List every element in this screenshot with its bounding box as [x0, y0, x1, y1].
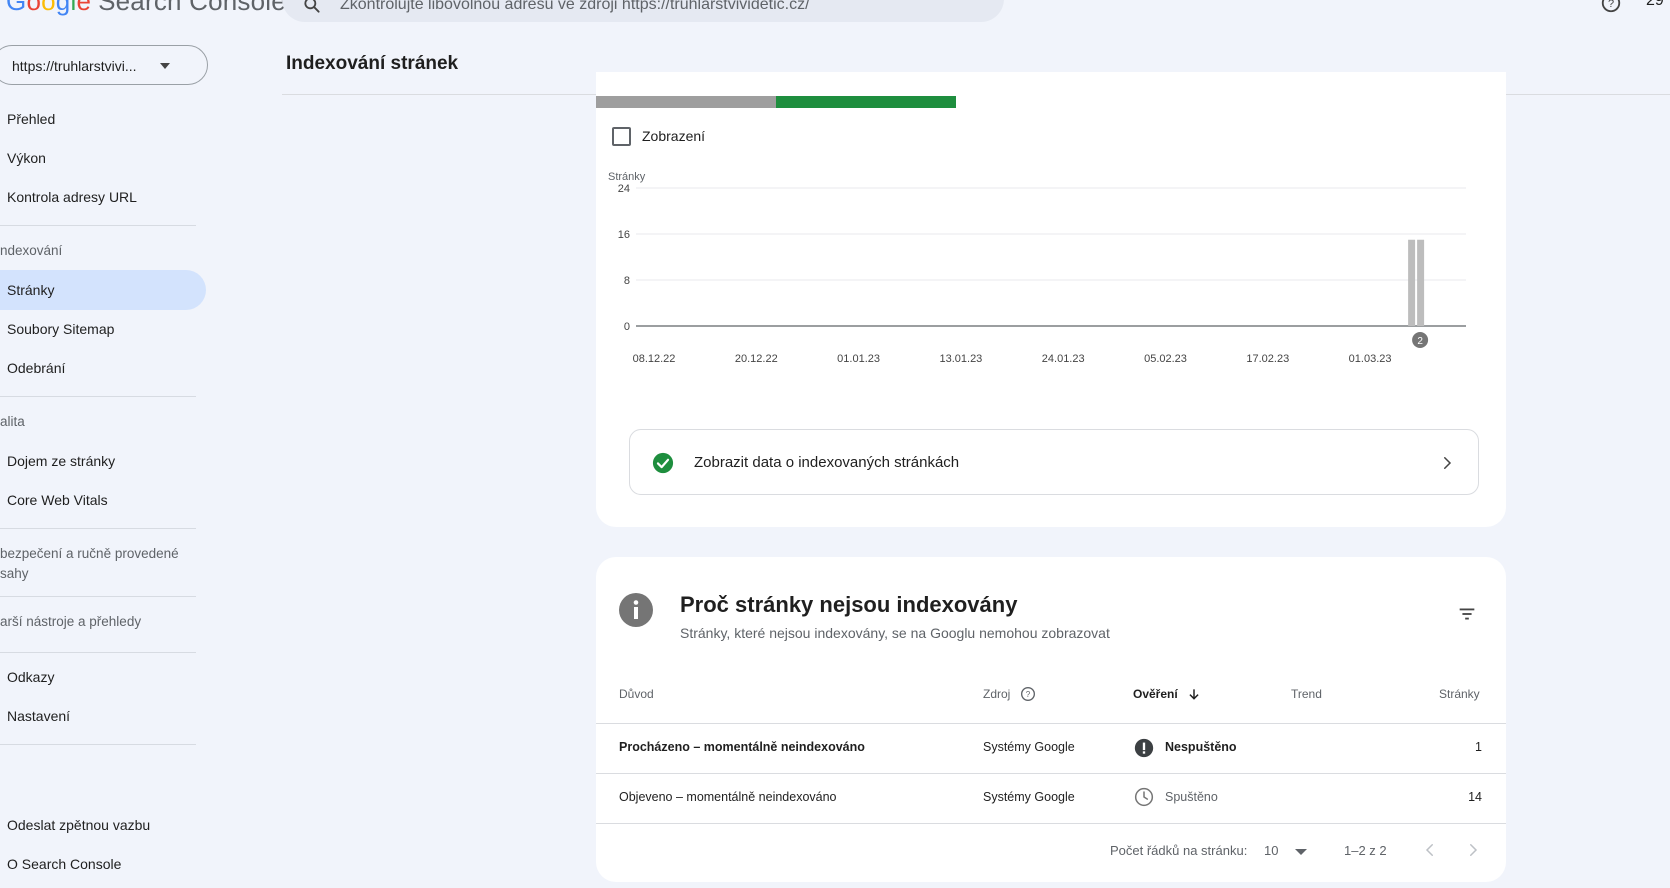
chevron-left-icon[interactable] — [1421, 841, 1439, 859]
not-indexed-reasons-card: Proč stránky nejsou indexovány Stránky, … — [596, 557, 1506, 882]
sidebar-item-vykon[interactable]: Výkon — [0, 138, 206, 178]
divider — [0, 225, 196, 226]
google-search-console-logo[interactable]: Google Search Console — [6, 0, 286, 17]
svg-text:?: ? — [1026, 690, 1031, 699]
row-divider — [596, 723, 1506, 724]
divider — [0, 744, 196, 745]
page-title: Indexování stránek — [286, 53, 459, 74]
card-subtitle: Stránky, které nejsou indexovány, se na … — [680, 625, 1110, 641]
indexed-tab-indicator — [776, 96, 956, 108]
sidebar: https://truhlarstvivi... Přehled Výkon K… — [0, 40, 270, 888]
chart-x-tick-label: 20.12.22 — [735, 353, 778, 365]
card-title: Proč stránky nejsou indexovány — [680, 592, 1018, 617]
chart-y-tick-label: 24 — [618, 183, 630, 195]
row-divider — [596, 773, 1506, 774]
row-validation-status: Nespuštěno — [1165, 740, 1237, 754]
account-indicator[interactable]: 29 — [1646, 0, 1664, 10]
chart-y-tick-label: 0 — [624, 321, 630, 333]
chart-x-tick-label: 17.02.23 — [1246, 353, 1289, 365]
chart-x-tick-label: 24.01.23 — [1042, 353, 1085, 365]
filter-icon[interactable] — [1456, 603, 1478, 625]
rows-per-page-label: Počet řádků na stránku: — [1110, 843, 1248, 858]
row-reason: Procházeno – momentálně neindexováno — [619, 740, 865, 754]
view-indexed-pages-link[interactable]: Zobrazit data o indexovaných stránkách — [629, 429, 1479, 495]
info-icon — [619, 593, 653, 627]
column-header-reason[interactable]: Důvod — [619, 687, 654, 701]
divider — [0, 652, 196, 653]
chart-bar[interactable] — [1417, 239, 1425, 326]
chart-x-tick-label: 13.01.23 — [939, 353, 982, 365]
chevron-right-icon[interactable] — [1464, 841, 1482, 859]
sidebar-item-dojem[interactable]: Dojem ze stránky — [0, 441, 206, 481]
row-pages: 14 — [1468, 790, 1482, 804]
sidebar-item-feedback[interactable]: Odeslat zpětnou vazbu — [0, 805, 206, 845]
row-source: Systémy Google — [983, 790, 1075, 804]
pages-chart: Stránky 0 8 16 24 08.12.22 20.12.22 01.01.23 13… — [608, 171, 1466, 365]
clock-icon — [1134, 787, 1154, 807]
svg-text:?: ? — [1608, 0, 1614, 10]
row-validation-status: Spuštěno — [1165, 790, 1218, 804]
column-header-source[interactable]: Zdroj — [983, 687, 1010, 701]
sidebar-item-odebrani[interactable]: Odebrání — [0, 348, 206, 388]
row-pages: 1 — [1475, 740, 1482, 754]
row-source: Systémy Google — [983, 740, 1075, 754]
impressions-checkbox-label: Zobrazení — [642, 128, 706, 144]
column-header-validation[interactable]: Ověření — [1133, 687, 1178, 701]
rows-per-page-select[interactable]: 10 — [1264, 843, 1278, 858]
help-icon[interactable]: ? — [1600, 0, 1622, 14]
row-divider — [596, 823, 1506, 824]
sidebar-item-nastaveni[interactable]: Nastavení — [0, 696, 206, 736]
chart-x-tick-label: 01.03.23 — [1349, 353, 1392, 365]
view-indexed-pages-label: Zobrazit data o indexovaných stránkách — [694, 454, 960, 471]
chart-x-tick-label: 05.02.23 — [1144, 353, 1187, 365]
dropdown-caret-icon — [160, 63, 170, 69]
chart-bar[interactable] — [1408, 239, 1416, 326]
chart-card: Zobrazení Stránky 0 8 16 24 08.12.22 20.12.22… — [596, 72, 1506, 527]
sidebar-item-sitemap[interactable]: Soubory Sitemap — [0, 309, 206, 349]
section-kvalita[interactable]: alita — [0, 412, 200, 432]
help-icon[interactable]: ? — [1020, 686, 1036, 702]
check-circle-icon — [652, 452, 674, 474]
property-selector[interactable]: https://truhlarstvivi... — [0, 45, 208, 85]
chart-x-tick-label: 08.12.22 — [633, 353, 676, 365]
sidebar-item-about[interactable]: O Search Console — [0, 844, 206, 884]
arrow-down-icon[interactable] — [1187, 687, 1201, 701]
chart-x-tick-label: 01.01.23 — [837, 353, 880, 365]
search-icon — [304, 0, 320, 13]
divider — [0, 396, 196, 397]
divider — [0, 596, 196, 597]
sidebar-item-prehled[interactable]: Přehled — [0, 99, 206, 139]
sidebar-item-kontrola-url[interactable]: Kontrola adresy URL — [0, 177, 206, 217]
chevron-right-icon — [1444, 457, 1452, 469]
section-zabezpeceni[interactable]: bezpečení a ručně provedené sahy — [0, 544, 200, 584]
chart-y-axis-label: Stránky — [608, 171, 646, 183]
not-indexed-tab-indicator — [596, 96, 776, 108]
pagination-range: 1–2 z 2 — [1344, 843, 1387, 858]
chart-y-tick-label: 8 — [624, 275, 630, 287]
row-reason: Objeveno – momentálně neindexováno — [619, 790, 837, 804]
column-header-trend[interactable]: Trend — [1291, 687, 1322, 701]
chart-y-tick-label: 16 — [618, 229, 630, 241]
search-placeholder: Zkontrolujte libovolnou adresu ve zdroji… — [340, 0, 810, 13]
sidebar-item-core-web-vitals[interactable]: Core Web Vitals — [0, 480, 206, 520]
section-indexovani[interactable]: ndexování — [0, 241, 200, 261]
url-inspection-search[interactable]: Zkontrolujte libovolnou adresu ve zdroji… — [282, 0, 1004, 22]
sidebar-item-stranky[interactable]: Stránky — [0, 270, 206, 310]
dropdown-caret-icon[interactable] — [1295, 849, 1307, 855]
chart-annotation-label: 2 — [1417, 336, 1423, 347]
exclamation-icon — [1134, 738, 1154, 758]
sidebar-item-odkazy[interactable]: Odkazy — [0, 657, 206, 697]
divider — [0, 528, 196, 529]
top-bar: Google Search Console Zkontrolujte libovo… — [0, 0, 1670, 40]
impressions-checkbox[interactable] — [612, 127, 631, 146]
section-nastroje[interactable]: arší nástroje a přehledy — [0, 612, 200, 632]
column-header-pages[interactable]: Stránky — [1439, 687, 1480, 701]
